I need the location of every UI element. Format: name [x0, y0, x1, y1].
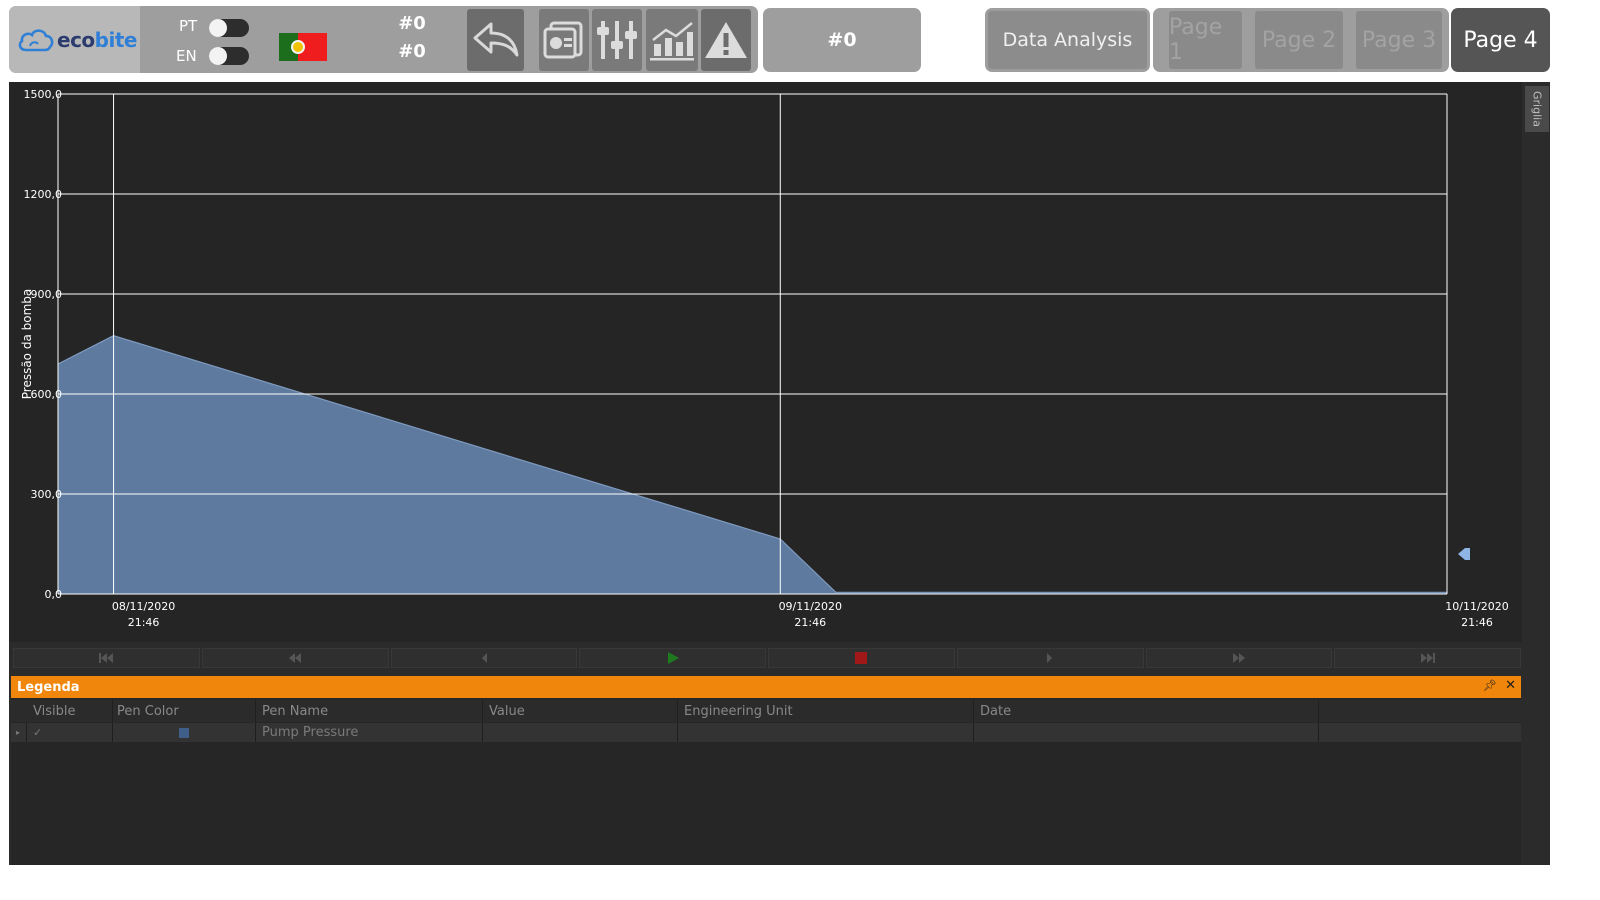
- unit-cell: [678, 723, 974, 742]
- x-tick-time: 21:46: [1461, 616, 1493, 629]
- page-4-button[interactable]: Page 4: [1451, 8, 1550, 72]
- back-step-button[interactable]: [390, 648, 578, 668]
- table-row[interactable]: ▸ ✓ Pump Pressure: [11, 723, 1521, 742]
- page-nav-group: Page 1 Page 2 Page 3: [1153, 8, 1449, 72]
- close-icon[interactable]: ✕: [1505, 678, 1516, 693]
- x-tick-date: 09/11/2020: [779, 600, 842, 613]
- pt-toggle[interactable]: [209, 19, 249, 37]
- column-header[interactable]: Pen Name: [256, 700, 483, 722]
- legend-grid: Visible Pen Color Pen Name Value Enginee…: [11, 698, 1521, 865]
- x-tick-time: 21:46: [794, 616, 826, 629]
- page-3-button[interactable]: Page 3: [1356, 11, 1442, 69]
- settings-sliders-button[interactable]: [592, 9, 642, 71]
- logo-text: ecobite: [57, 28, 137, 52]
- counter-top: #0: [398, 13, 426, 34]
- play-icon: [667, 652, 679, 664]
- row-expander-icon[interactable]: ▸: [11, 723, 27, 742]
- pin-icon[interactable]: 📌︎: [1483, 679, 1497, 692]
- stop-icon: [855, 652, 868, 664]
- grid-side-tab[interactable]: Griglia: [1525, 86, 1549, 132]
- logo: ecobite: [9, 6, 140, 73]
- stop-button[interactable]: [768, 648, 955, 668]
- en-toggle[interactable]: [209, 47, 249, 65]
- y-tick-label: 600,0: [31, 388, 63, 401]
- pen-color-swatch: [179, 727, 189, 738]
- sliders-icon: [597, 21, 637, 59]
- logo-eco: eco: [57, 28, 95, 52]
- page-1-button[interactable]: Page 1: [1169, 11, 1242, 69]
- chart-svg: 0,0 300,0 600,0 900,0 1200,0 1500,0 08/11/2020…: [20, 88, 1509, 629]
- alarm-button[interactable]: [701, 9, 751, 71]
- legend-grid-header: Visible Pen Color Pen Name Value Enginee…: [11, 700, 1521, 722]
- skip-first-icon: [99, 653, 114, 663]
- last-button[interactable]: [1334, 648, 1521, 668]
- forward-step-button[interactable]: [956, 648, 1144, 668]
- chart-button[interactable]: [646, 9, 698, 71]
- chart-icon: [650, 22, 694, 61]
- y-tick-label: 900,0: [31, 288, 63, 301]
- pt-label: PT: [179, 17, 198, 35]
- report-icon: [543, 21, 583, 59]
- column-header[interactable]: Pen Color: [111, 700, 256, 722]
- back-button[interactable]: [467, 9, 524, 71]
- data-analysis-button[interactable]: Data Analysis: [988, 11, 1147, 69]
- data-analysis-container: Data Analysis: [985, 8, 1150, 72]
- logo-bite: bite: [94, 28, 138, 52]
- column-header[interactable]: Value: [483, 700, 678, 722]
- fast-forward-button[interactable]: [1145, 648, 1333, 668]
- y-tick-label: 0,0: [45, 588, 63, 601]
- column-header[interactable]: Date: [974, 700, 1319, 722]
- legend-header: Legenda 📌︎ ✕: [11, 676, 1521, 698]
- fast-forward-icon: [1232, 653, 1245, 663]
- en-label: EN: [176, 47, 197, 65]
- visible-checkbox[interactable]: ✓: [27, 723, 113, 742]
- rewind-icon: [289, 653, 302, 663]
- fast-back-button[interactable]: [201, 648, 389, 668]
- pen-color-cell[interactable]: [111, 723, 256, 742]
- back-arrow-icon: [473, 22, 518, 57]
- y-tick-label: 300,0: [31, 488, 63, 501]
- current-value-marker: [1458, 548, 1470, 560]
- counter-bottom: #0: [398, 41, 426, 62]
- value-cell: [483, 723, 678, 742]
- series-area-pump-pressure: [58, 335, 1447, 594]
- x-tick-time: 21:46: [128, 616, 160, 629]
- top-toolbar: ecobite PT EN #0 #0: [9, 6, 758, 73]
- playback-controls: [13, 648, 1521, 668]
- play-button[interactable]: [579, 648, 766, 668]
- y-tick-label: 1200,0: [24, 188, 63, 201]
- page-2-button[interactable]: Page 2: [1255, 11, 1343, 69]
- y-tick-label: 1500,0: [24, 88, 63, 101]
- status-counter: #0: [763, 8, 921, 72]
- column-header[interactable]: Engineering Unit: [678, 700, 974, 722]
- step-forward-icon: [1047, 653, 1053, 663]
- step-back-icon: [481, 653, 487, 663]
- date-cell: [974, 723, 1319, 742]
- legend-title: Legenda: [17, 680, 80, 695]
- x-tick-date: 10/11/2020: [1445, 600, 1508, 613]
- x-tick-date: 08/11/2020: [112, 600, 175, 613]
- skip-last-icon: [1420, 653, 1435, 663]
- column-header[interactable]: Visible: [27, 700, 113, 722]
- report-button[interactable]: [539, 9, 589, 71]
- pen-name-cell: Pump Pressure: [256, 723, 483, 742]
- trend-chart[interactable]: 0,0 300,0 600,0 900,0 1200,0 1500,0 08/11/2020…: [9, 82, 1522, 642]
- y-axis-label: Pressão da bomba: [20, 289, 34, 400]
- first-button[interactable]: [13, 648, 200, 668]
- warning-icon: [705, 22, 747, 58]
- cloud-icon: [18, 29, 54, 52]
- portugal-flag-icon[interactable]: [279, 33, 327, 61]
